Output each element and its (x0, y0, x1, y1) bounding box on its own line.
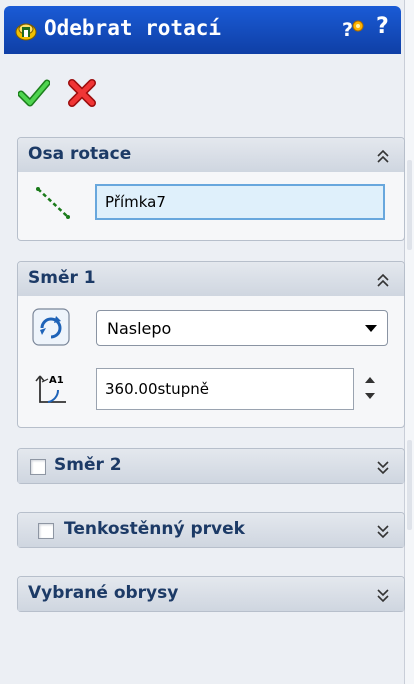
angle-spinner[interactable] (358, 368, 382, 408)
group-axis-of-revolution: Osa rotace Přímka7 (17, 137, 405, 241)
ok-check-icon[interactable] (18, 78, 50, 108)
group-title-axis: Osa rotace (28, 144, 132, 164)
group-header-selected-contours[interactable]: Vybrané obrysy (18, 577, 404, 611)
end-condition-select[interactable]: Naslepo (96, 310, 388, 346)
spin-up-icon[interactable] (365, 377, 375, 383)
group-thin-feature: Tenkostěnný prvek (17, 512, 405, 548)
panel-scroll-edge[interactable] (405, 0, 414, 684)
angle-input[interactable]: 360.00stupně (96, 368, 354, 410)
group-selected-contours: Vybrané obrysy (17, 576, 405, 612)
group-title-selected-contours: Vybrané obrysy (28, 583, 179, 603)
axis-selection-value: Přímka7 (105, 193, 166, 211)
panel-title: Odebrat rotací (44, 16, 222, 40)
end-condition-value: Naslepo (107, 319, 172, 338)
collapse-chevron-up-icon[interactable] (376, 271, 390, 289)
direction-2-checkbox[interactable] (30, 459, 46, 475)
angle-input-value: 360.00stupně (105, 380, 209, 398)
axis-line-icon (36, 187, 70, 219)
group-direction-2: Směr 2 (17, 448, 405, 484)
expand-chevron-down-icon[interactable] (376, 586, 390, 604)
thin-feature-checkbox[interactable] (38, 523, 54, 539)
svg-text:?: ? (342, 19, 353, 41)
reverse-direction-icon[interactable] (32, 308, 70, 346)
revolve-cut-feature-icon (15, 23, 37, 41)
expand-chevron-down-icon[interactable] (376, 522, 390, 540)
angle-icon: A1 (35, 375, 66, 403)
axis-selection-field[interactable]: Přímka7 (95, 184, 385, 220)
collapse-chevron-up-icon[interactable] (376, 147, 390, 165)
group-header-direction-2[interactable]: Směr 2 (18, 449, 404, 483)
scroll-notch (407, 440, 412, 530)
whats-new-help-icon[interactable]: ? (340, 16, 366, 42)
group-header-thin-feature[interactable]: Tenkostěnný prvek (18, 513, 404, 547)
property-manager-panel: Odebrat rotací ? ? Osa rotace Přímka7 Sm… (0, 0, 405, 684)
cancel-x-icon[interactable] (67, 78, 97, 108)
scroll-notch (407, 160, 412, 250)
spin-down-icon[interactable] (365, 393, 375, 399)
group-title-thin-feature: Tenkostěnný prvek (64, 519, 245, 539)
help-icon[interactable]: ? (376, 14, 389, 39)
group-title-direction-2: Směr 2 (54, 455, 122, 475)
group-title-direction-1: Směr 1 (28, 268, 96, 288)
group-header-direction-1[interactable]: Směr 1 (18, 262, 404, 296)
expand-chevron-down-icon[interactable] (376, 458, 390, 476)
angle-icon-label: A1 (49, 375, 64, 386)
group-direction-1: Směr 1 Naslepo A1 360.00stupně (17, 261, 405, 428)
group-header-axis[interactable]: Osa rotace (18, 138, 404, 172)
title-bar: Odebrat rotací ? ? (4, 6, 401, 54)
dropdown-arrow-icon (365, 325, 377, 332)
